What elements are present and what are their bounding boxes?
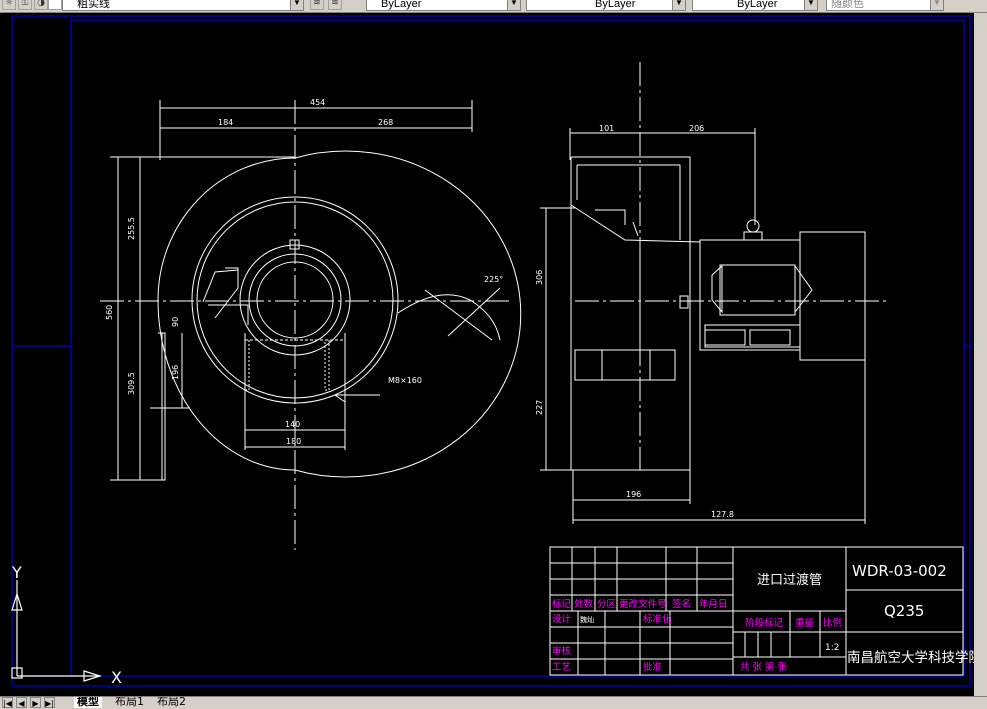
chevron-down-icon[interactable]: ▼ <box>672 0 685 10</box>
layer-dropdown[interactable]: 粗实线 ▼ <box>62 0 304 11</box>
process-label: 工艺 <box>552 662 571 673</box>
dim-309-5: 309.5 <box>127 372 136 395</box>
layer-lock-icon[interactable]: ⚿ <box>18 0 32 10</box>
layer-previous-icon[interactable]: ≋ <box>328 0 342 10</box>
last-tab-icon[interactable]: ▶| <box>44 697 55 708</box>
linetype-dropdown[interactable]: ByLayer ▼ <box>526 0 686 11</box>
ratio-label: 比例 <box>823 617 842 629</box>
drawing-canvas[interactable]: 454 184 268 560 255.5 309.5 90 196 140 1… <box>0 13 987 696</box>
chevron-down-icon[interactable]: ▼ <box>930 0 943 10</box>
tab-layout1[interactable]: 布局1 <box>112 697 147 708</box>
scale-value: 1:2 <box>825 643 839 653</box>
weight-label: 重量 <box>795 617 815 629</box>
dim-180: 180 <box>286 437 301 446</box>
drawing-number: WDR-03-002 <box>852 562 947 580</box>
ucs-x-label: X <box>111 668 122 687</box>
dim-560: 560 <box>105 305 114 320</box>
designer-name: 魏灿 <box>580 615 594 624</box>
make-layer-current-icon[interactable]: ≋ <box>310 0 324 10</box>
dim-127-8: 127.8 <box>711 510 734 519</box>
plotstyle-value: 随颜色 <box>831 0 864 10</box>
stage-mark-label: 阶段标记 <box>745 617 784 629</box>
tab-model[interactable]: 模型 <box>74 697 102 708</box>
linetype-value: ByLayer <box>595 0 636 10</box>
side-view[interactable] <box>570 62 890 471</box>
dim-184: 184 <box>218 118 233 127</box>
plotstyle-dropdown[interactable]: 随颜色 ▼ <box>826 0 944 11</box>
chevron-down-icon[interactable]: ▼ <box>804 0 817 10</box>
check-label: 审核 <box>552 645 572 657</box>
material: Q235 <box>884 602 924 620</box>
dim-140: 140 <box>285 420 300 429</box>
lineweight-value: ByLayer <box>737 0 778 10</box>
layer-name: 粗实线 <box>77 0 110 10</box>
dim-101: 101 <box>599 124 614 133</box>
chevron-down-icon[interactable]: ▼ <box>507 0 520 10</box>
drawing-frame <box>11 15 971 687</box>
color-dropdown[interactable]: ByLayer ▼ <box>366 0 521 11</box>
vertical-scrollbar[interactable] <box>974 13 987 696</box>
standardize-label: 标准化 <box>643 613 672 625</box>
tab-layout2[interactable]: 布局2 <box>154 697 189 708</box>
layer-color-swatch[interactable] <box>48 0 62 10</box>
dim-227: 227 <box>535 400 544 415</box>
school-name: 南昌航空大学科技学院 <box>847 650 974 666</box>
layout-tab-bar: |◀ ◀ ▶ ▶| 模型 布局1 布局2 <box>0 696 987 709</box>
dim-angle: 225° <box>484 275 503 284</box>
dim-268: 268 <box>378 118 393 127</box>
layer-freeze-icon[interactable]: ◑ <box>34 0 48 10</box>
sheets-label: 共 张 第 张 <box>740 661 788 673</box>
lineweight-dropdown[interactable]: ByLayer ▼ <box>692 0 818 11</box>
hdr-mark: 标记 <box>552 598 572 610</box>
dim-306: 306 <box>535 270 544 285</box>
side-dim-labels: 101 206 306 227 196 127.8 <box>535 124 734 519</box>
design-label: 设计 <box>552 613 572 625</box>
hdr-sign: 签名 <box>672 598 691 610</box>
color-value: ByLayer <box>381 0 422 10</box>
dim-side-196: 196 <box>626 490 641 499</box>
dim-255-5: 255.5 <box>127 217 136 240</box>
dim-206: 206 <box>689 124 704 133</box>
first-tab-icon[interactable]: |◀ <box>2 697 13 708</box>
ucs-y-label: Y <box>11 563 22 582</box>
next-tab-icon[interactable]: ▶ <box>30 697 41 708</box>
hdr-zone: 分区 <box>597 599 617 610</box>
side-dimensions <box>540 128 866 524</box>
properties-toolbar: ☼ ⚿ ◑ 粗实线 ▼ ≋ ≋ ByLayer ▼ ByLayer ▼ ByLa… <box>0 0 987 13</box>
hdr-date: 年月日 <box>699 598 728 610</box>
front-view[interactable] <box>100 100 522 550</box>
part-name: 进口过渡管 <box>757 572 822 588</box>
hdr-change-doc: 更改文件号 <box>619 598 667 610</box>
approve-label: 批准 <box>643 661 663 673</box>
dim-90: 90 <box>171 317 180 327</box>
dim-bolt: M8×160 <box>388 376 422 385</box>
layer-sun-icon[interactable]: ☼ <box>2 0 16 10</box>
dim-454: 454 <box>310 98 325 107</box>
dim-196: 196 <box>171 365 180 380</box>
chevron-down-icon[interactable]: ▼ <box>290 0 303 10</box>
prev-tab-icon[interactable]: ◀ <box>16 697 27 708</box>
ucs-icon: Y X <box>11 563 122 687</box>
hdr-count: 处数 <box>574 598 594 610</box>
